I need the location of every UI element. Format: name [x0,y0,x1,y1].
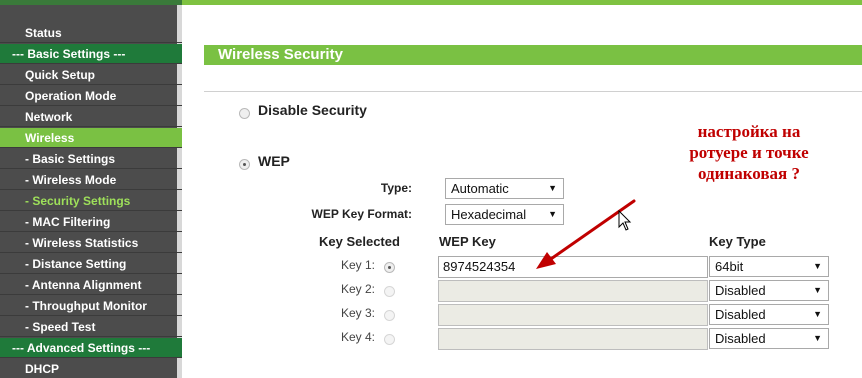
sidebar: Status --- Basic Settings --- Quick Setu… [0,5,182,378]
sidebar-item-distance-setting[interactable]: - Distance Setting [0,254,182,274]
sidebar-item-mac-filtering[interactable]: - MAC Filtering [0,212,182,232]
key-1-type-select[interactable]: 64bit ▼ [709,256,829,277]
sidebar-item-antenna-alignment[interactable]: - Antenna Alignment [0,275,182,295]
wep-label: WEP [258,153,290,169]
key-2-type-value: Disabled [715,283,766,298]
main-content: Wireless Security Disable Security WEP T… [187,5,862,378]
wep-key-format-value: Hexadecimal [451,207,527,222]
column-wep-key: WEP Key [439,234,496,249]
sidebar-section-basic-settings[interactable]: --- Basic Settings --- [0,44,182,64]
column-key-type: Key Type [709,234,766,249]
sidebar-item-wireless[interactable]: Wireless [0,128,182,148]
key-2-label: Key 2: [341,282,376,296]
sidebar-item-wireless-mode[interactable]: - Wireless Mode [0,170,182,190]
key-4-type-value: Disabled [715,331,766,346]
key-3-radio[interactable] [384,310,395,321]
chevron-down-icon: ▼ [813,261,822,271]
key-1-label: Key 1: [341,258,376,272]
key-3-type-select[interactable]: Disabled ▼ [709,304,829,325]
sidebar-item-speed-test[interactable]: - Speed Test [0,317,182,337]
annotation-line-2: ротуере и точке [689,143,809,162]
key-4-radio[interactable] [384,334,395,345]
sidebar-item-status[interactable]: Status [0,23,182,43]
disable-security-label: Disable Security [258,102,367,118]
annotation-arrow-icon [536,199,636,269]
key-2-type-select[interactable]: Disabled ▼ [709,280,829,301]
key-1-type-value: 64bit [715,259,744,274]
annotation-note: настройка на ротуере и точке одинаковая … [654,121,844,184]
sidebar-item-network[interactable]: Network [0,107,182,127]
disable-security-radio[interactable] [239,108,250,119]
sidebar-item-operation-mode[interactable]: Operation Mode [0,86,182,106]
sidebar-item-basic-settings[interactable]: - Basic Settings [0,149,182,169]
type-label: Type: [380,181,412,195]
mouse-cursor-icon [618,210,632,231]
chevron-down-icon: ▼ [813,285,822,295]
sidebar-section-advanced-settings[interactable]: --- Advanced Settings --- [0,338,182,358]
type-select-value: Automatic [451,181,509,196]
sidebar-item-wireless-statistics[interactable]: - Wireless Statistics [0,233,182,253]
chevron-down-icon: ▼ [813,333,822,343]
key-2-radio[interactable] [384,286,395,297]
key-4-type-select[interactable]: Disabled ▼ [709,328,829,349]
sidebar-item-quick-setup[interactable]: Quick Setup [0,65,182,85]
wep-radio[interactable] [239,159,250,170]
sidebar-item-dhcp[interactable]: DHCP [0,359,182,378]
annotation-line-1: настройка на [697,122,801,141]
annotation-line-3: одинаковая ? [698,164,800,183]
sidebar-item-throughput-monitor[interactable]: - Throughput Monitor [0,296,182,316]
key-2-input[interactable] [438,280,708,302]
wep-key-format-label: WEP Key Format: [311,207,412,221]
key-4-label: Key 4: [341,330,376,344]
key-4-input[interactable] [438,328,708,350]
key-3-type-value: Disabled [715,307,766,322]
chevron-down-icon: ▼ [813,309,822,319]
page-title: Wireless Security [204,45,862,65]
section-divider [204,91,862,92]
key-3-label: Key 3: [341,306,376,320]
key-1-radio[interactable] [384,262,395,273]
key-3-input[interactable] [438,304,708,326]
sidebar-item-security-settings[interactable]: - Security Settings [0,191,182,211]
column-key-selected: Key Selected [319,234,400,249]
